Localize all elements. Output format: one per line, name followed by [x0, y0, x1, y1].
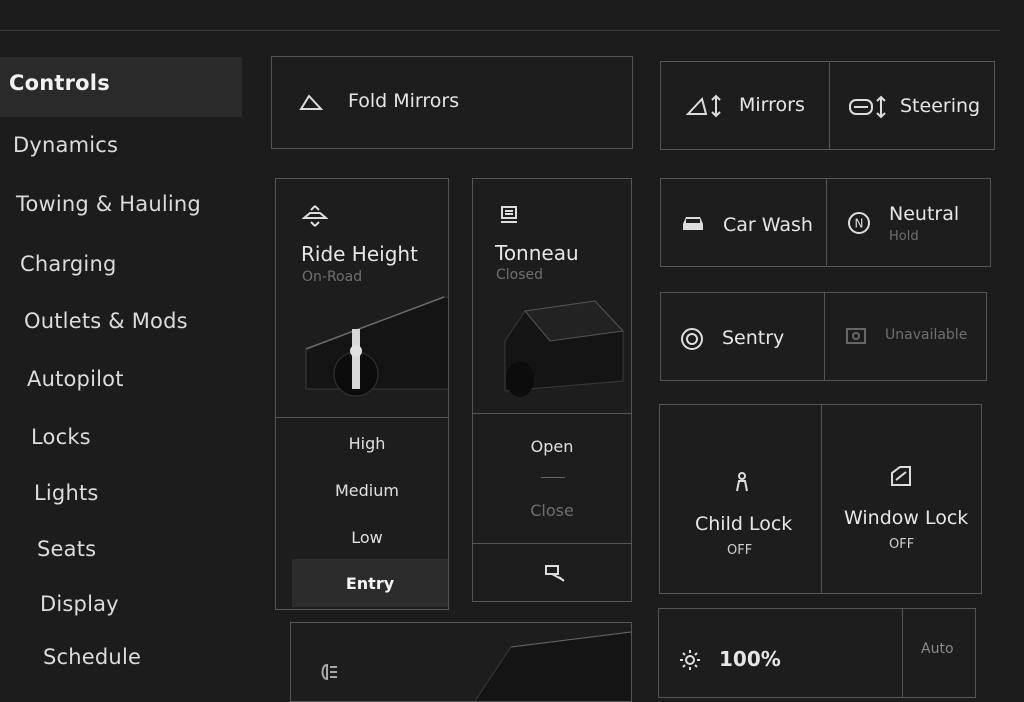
ride-height-option-entry-selected[interactable]: Entry: [292, 559, 448, 607]
dashcam-button: Unavailable: [825, 293, 986, 380]
sidebar-item-label: Dynamics: [13, 133, 119, 157]
sentry-label: Sentry: [722, 327, 785, 349]
steering-adjust-icon: [848, 95, 888, 119]
sidebar-item-label: Towing & Hauling: [16, 192, 201, 216]
sidebar-item-display[interactable]: Display: [40, 592, 119, 616]
mirrors-steering-group: Mirrors Steering: [660, 61, 995, 150]
window-lock-label: Window Lock: [844, 507, 969, 529]
steering-button[interactable]: Steering: [830, 62, 996, 149]
brightness-divider: [902, 609, 903, 697]
tonneau-card: Tonneau Closed Open Close: [472, 178, 632, 602]
ride-height-card: Ride Height On-Road High Medium Low Entr…: [275, 178, 449, 610]
sidebar-item-charging[interactable]: Charging: [20, 252, 117, 276]
mirrors-label: Mirrors: [739, 94, 805, 116]
ride-height-option-high[interactable]: High: [286, 434, 448, 453]
sidebar-item-towing-hauling[interactable]: Towing & Hauling: [16, 192, 201, 216]
neutral-sub: Hold: [889, 229, 919, 244]
sidebar-item-locks[interactable]: Locks: [31, 425, 91, 449]
top-divider: [0, 30, 1000, 31]
window-lock-status: OFF: [889, 537, 915, 552]
sidebar-item-outlets-mods[interactable]: Outlets & Mods: [24, 309, 188, 333]
headlight-icon: [317, 663, 339, 681]
tonneau-status: Closed: [496, 267, 544, 283]
sentry-icon: [680, 327, 704, 351]
sidebar-item-label: Charging: [20, 252, 117, 276]
sidebar-item-label: Controls: [9, 71, 110, 95]
tonneau-header[interactable]: Tonneau Closed: [473, 179, 631, 413]
dashcam-icon: [845, 327, 867, 345]
ride-height-options: High Medium Low Entry: [286, 417, 448, 609]
ride-height-title: Ride Height: [301, 242, 418, 266]
car-wash-label: Car Wash: [723, 214, 813, 236]
mirrors-button[interactable]: Mirrors: [661, 62, 829, 149]
sidebar-item-label: Autopilot: [27, 367, 124, 391]
ride-height-header[interactable]: Ride Height On-Road: [276, 179, 448, 417]
sidebar-item-label: Display: [40, 592, 119, 616]
truck-front-image: [471, 627, 631, 701]
brightness-sun-icon: [679, 649, 701, 671]
neutral-gear-icon: N: [847, 211, 871, 235]
sidebar-item-autopilot[interactable]: Autopilot: [27, 367, 124, 391]
sidebar-item-label: Locks: [31, 425, 91, 449]
sidebar-item-dynamics[interactable]: Dynamics: [13, 133, 118, 157]
car-wash-button[interactable]: Car Wash: [661, 179, 826, 266]
sidebar-item-seats[interactable]: Seats: [37, 537, 96, 561]
truck-rear-image: [495, 291, 625, 401]
sidebar-item-label: Outlets & Mods: [24, 309, 188, 333]
window-lock-icon: [890, 465, 912, 487]
child-lock-status: OFF: [727, 543, 753, 558]
tonneau-separator: [541, 477, 565, 478]
sidebar-item-controls[interactable]: Controls: [0, 57, 242, 117]
mirror-adjust-icon: [686, 94, 724, 118]
tonneau-close-button[interactable]: Close: [473, 501, 631, 520]
brightness-auto-button[interactable]: Auto: [921, 641, 954, 657]
ride-height-option-entry: Entry: [345, 574, 395, 593]
neutral-label: Neutral: [889, 203, 960, 225]
truck-side-image: [304, 289, 448, 399]
headlights-card[interactable]: [290, 622, 632, 702]
car-icon: [681, 214, 705, 232]
sentry-button[interactable]: Sentry: [661, 293, 824, 380]
child-lock-icon: [732, 471, 752, 493]
dashcam-unavailable: Unavailable: [885, 327, 968, 343]
fold-mirrors-label: Fold Mirrors: [348, 90, 460, 112]
svg-text:N: N: [855, 217, 864, 231]
sentry-group: Sentry Unavailable: [660, 292, 987, 381]
neutral-button[interactable]: N Neutral Hold: [827, 179, 992, 266]
mirror-icon: [298, 92, 324, 112]
steering-label: Steering: [900, 95, 981, 117]
tonneau-open-button[interactable]: Open: [473, 437, 631, 456]
brightness-value: 100%: [719, 647, 781, 671]
tonneau-divider-2: [473, 543, 631, 544]
window-lock-button[interactable]: Window Lock OFF: [822, 405, 983, 593]
child-lock-label: Child Lock: [695, 513, 793, 535]
tonneau-icon: [499, 205, 519, 225]
tonneau-tailgate-icon[interactable]: [543, 563, 567, 583]
sidebar-item-label: Schedule: [43, 645, 142, 669]
fold-mirrors-button[interactable]: Fold Mirrors: [271, 56, 633, 149]
sidebar-item-lights[interactable]: Lights: [34, 481, 99, 505]
sidebar-item-label: Seats: [37, 537, 97, 561]
tonneau-title: Tonneau: [495, 241, 579, 265]
child-lock-button[interactable]: Child Lock OFF: [660, 405, 821, 593]
sidebar-item-label: Lights: [34, 481, 99, 505]
carwash-neutral-group: Car Wash N Neutral Hold: [660, 178, 991, 267]
brightness-card: 100% Auto: [658, 608, 976, 698]
ride-height-icon: [302, 205, 328, 227]
tonneau-divider: [473, 413, 631, 414]
locks-group: Child Lock OFF Window Lock OFF: [659, 404, 982, 594]
ride-height-option-low[interactable]: Low: [286, 528, 448, 547]
sidebar-item-schedule[interactable]: Schedule: [43, 645, 141, 669]
ride-height-option-medium[interactable]: Medium: [286, 481, 448, 500]
ride-height-status: On-Road: [302, 269, 363, 285]
